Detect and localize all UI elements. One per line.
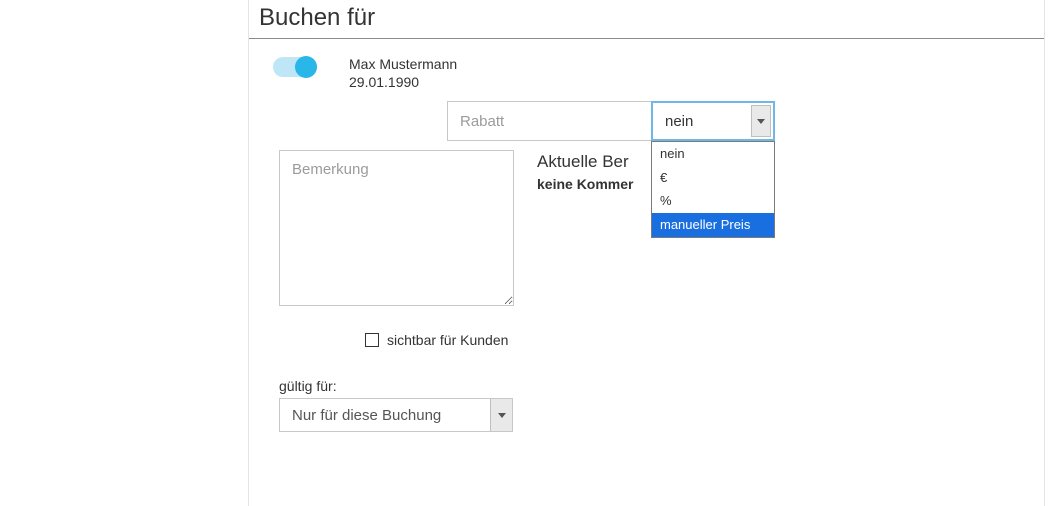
gueltig-select-chevron-button[interactable] bbox=[490, 399, 512, 431]
rabatt-select-display[interactable]: nein bbox=[651, 101, 775, 141]
visible-for-customers-checkbox[interactable] bbox=[365, 333, 379, 347]
customer-name: Max Mustermann bbox=[349, 55, 457, 73]
rabatt-option-manueller-preis[interactable]: manueller Preis bbox=[652, 213, 774, 237]
customer-toggle[interactable] bbox=[273, 57, 317, 77]
rabatt-select[interactable]: nein bbox=[651, 101, 775, 141]
section-title: Buchen für bbox=[249, 0, 1044, 39]
booking-panel: Buchen für Max Mustermann 29.01.1990 nei… bbox=[248, 0, 1045, 506]
aktuelle-heading: Aktuelle Ber bbox=[537, 152, 629, 171]
customer-row: Max Mustermann 29.01.1990 bbox=[249, 39, 1044, 91]
gueltig-label: gültig für: bbox=[279, 378, 337, 394]
rabatt-select-chevron-button[interactable] bbox=[751, 105, 771, 137]
customer-info: Max Mustermann 29.01.1990 bbox=[349, 55, 457, 91]
bemerkung-textarea[interactable] bbox=[279, 150, 514, 306]
rabatt-dropdown: nein € % manueller Preis bbox=[651, 141, 775, 237]
visible-for-customers-row: sichtbar für Kunden bbox=[365, 332, 508, 348]
chevron-down-icon bbox=[498, 413, 506, 418]
rabatt-option-nein[interactable]: nein bbox=[652, 142, 774, 166]
gueltig-select[interactable]: Nur für diese Buchung bbox=[279, 398, 513, 432]
customer-dob: 29.01.1990 bbox=[349, 73, 457, 91]
rabatt-option-euro[interactable]: € bbox=[652, 166, 774, 190]
aktuelle-bemerkungen: Aktuelle Ber keine Kommer bbox=[537, 152, 633, 192]
aktuelle-none-text: keine Kommer bbox=[537, 176, 633, 192]
rabatt-select-value: nein bbox=[665, 113, 693, 130]
rabatt-option-percent[interactable]: % bbox=[652, 189, 774, 213]
visible-for-customers-label: sichtbar für Kunden bbox=[387, 332, 508, 348]
toggle-knob bbox=[295, 56, 317, 78]
chevron-down-icon bbox=[757, 119, 765, 124]
gueltig-select-value: Nur für diese Buchung bbox=[292, 407, 441, 424]
rabatt-input[interactable] bbox=[447, 101, 651, 141]
